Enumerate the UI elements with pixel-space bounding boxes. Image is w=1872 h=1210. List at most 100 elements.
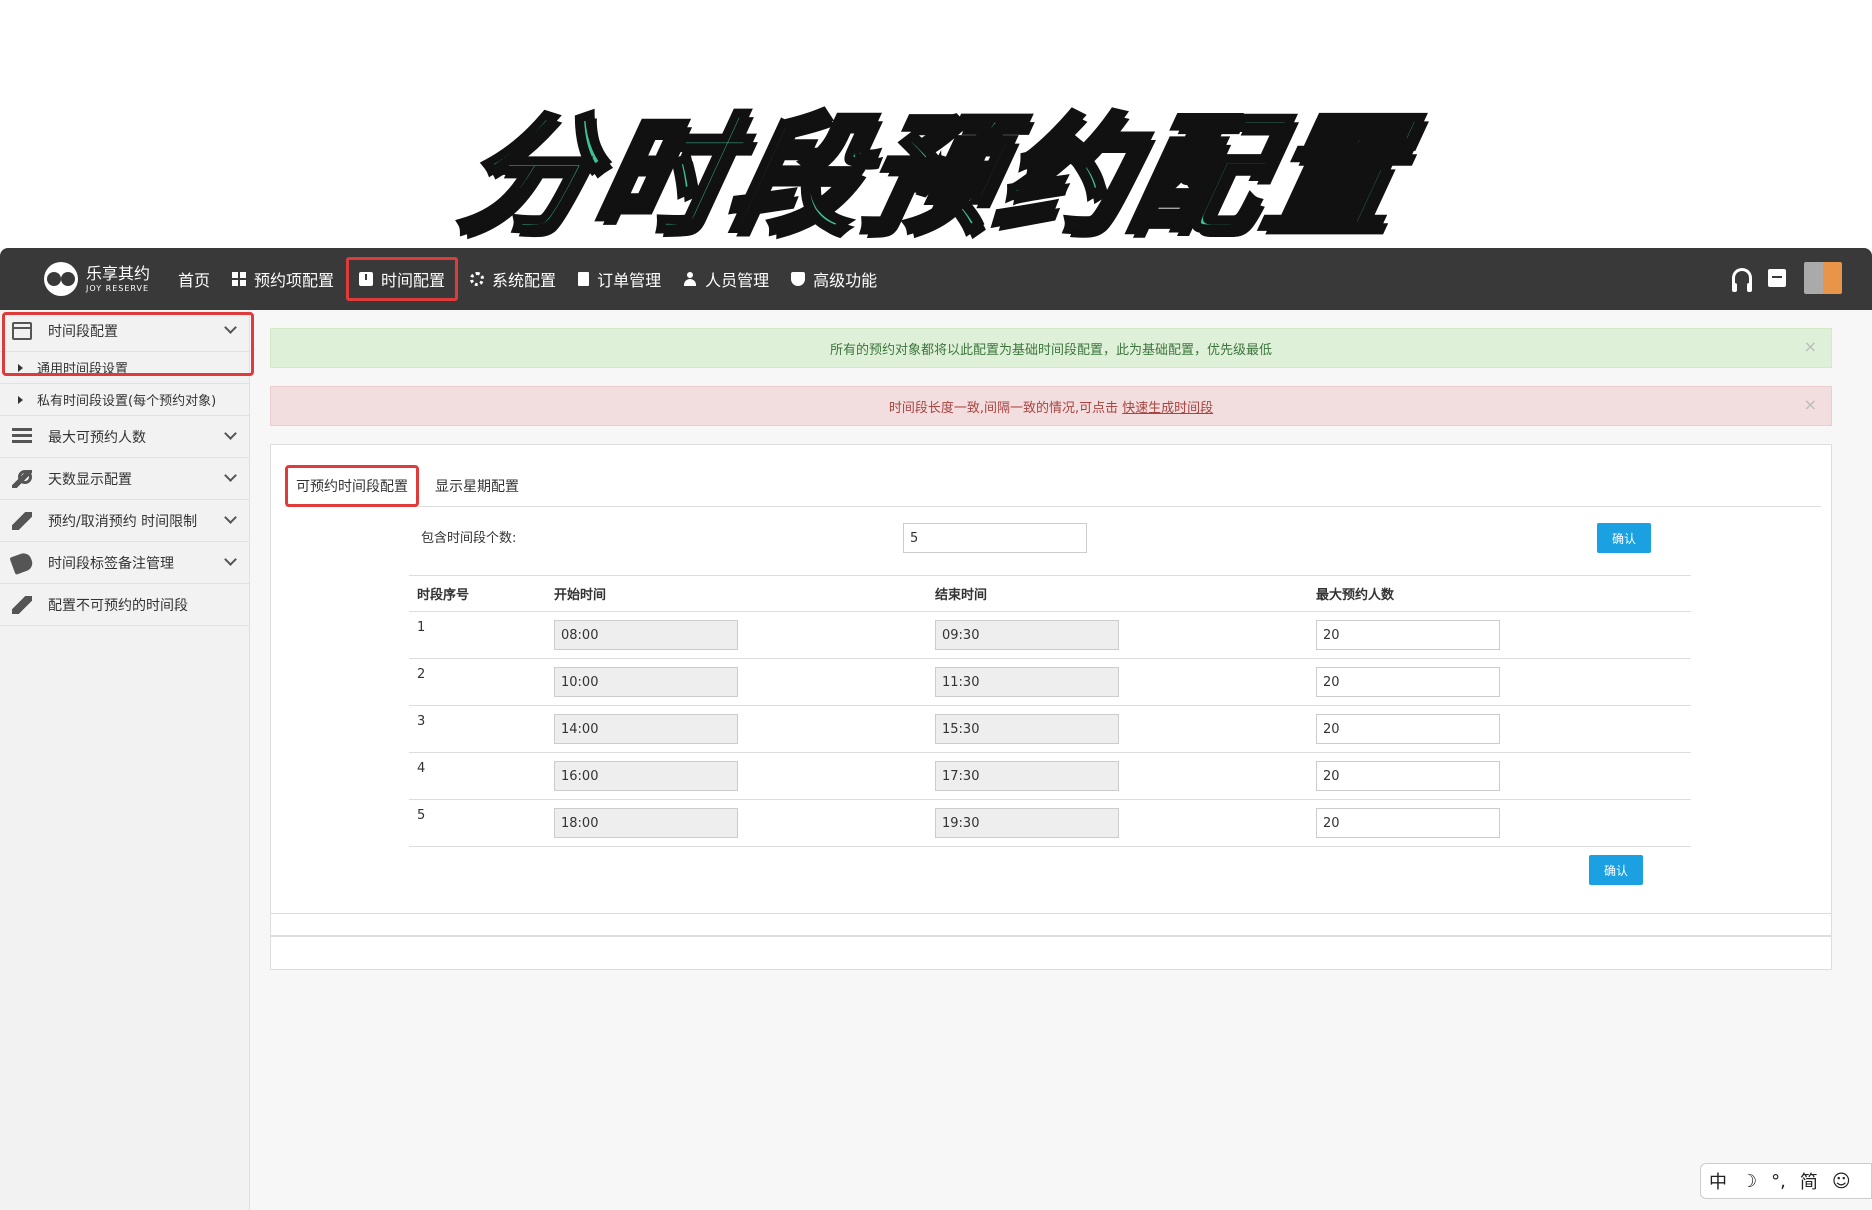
table-row: 3	[409, 705, 1691, 753]
nav-staff[interactable]: 人员管理	[673, 257, 779, 301]
caret-right-icon	[18, 363, 23, 372]
chevron-down-icon	[224, 469, 237, 482]
logo[interactable]: 乐享其约 JOY RESERVE	[44, 262, 150, 296]
top-right-tools	[1732, 262, 1842, 294]
table-row: 5	[409, 799, 1691, 847]
sidebar-item-booking-time-limit[interactable]: 预约/取消预约 时间限制	[0, 500, 249, 542]
page: 分时段预约配置 乐享其约 JOY RESERVE 首页 预约项配置 时间配置 系…	[0, 0, 1872, 1210]
caret-right-icon	[18, 395, 23, 404]
punctuation-icon[interactable]: °,	[1771, 1171, 1786, 1192]
panel-bottom	[270, 936, 1832, 970]
chevron-down-icon	[224, 321, 237, 334]
gear-icon	[470, 272, 485, 286]
end-time-input[interactable]	[935, 620, 1119, 650]
headset-icon[interactable]	[1732, 268, 1752, 292]
slot-count-label: 包含时间段个数:	[421, 531, 517, 546]
max-bookings-input[interactable]	[1316, 761, 1500, 791]
slot-index: 3	[409, 705, 546, 753]
table-row: 1	[409, 611, 1691, 659]
sidebar-item-general-time-slots[interactable]: 通用时间段设置	[0, 352, 249, 384]
archive-icon[interactable]	[1768, 269, 1786, 287]
start-time-input[interactable]	[554, 667, 738, 697]
header-index: 时段序号	[409, 575, 546, 612]
confirm-slots-button[interactable]: 确认	[1589, 855, 1643, 885]
tab-weekday-display[interactable]: 显示星期配置	[427, 466, 527, 506]
end-time-input[interactable]	[935, 667, 1119, 697]
header-end-time: 结束时间	[927, 575, 1308, 612]
top-navbar: 乐享其约 JOY RESERVE 首页 预约项配置 时间配置 系统配置 订单管理…	[0, 248, 1872, 310]
max-bookings-input[interactable]	[1316, 667, 1500, 697]
sidebar-item-private-time-slots[interactable]: 私有时间段设置(每个预约对象)	[0, 384, 249, 416]
logo-name: 乐享其约	[86, 263, 151, 283]
sidebar-item-days-display[interactable]: 天数显示配置	[0, 458, 249, 500]
start-time-input[interactable]	[554, 620, 738, 650]
start-time-input[interactable]	[554, 808, 738, 838]
max-bookings-input[interactable]	[1316, 808, 1500, 838]
nav-home[interactable]: 首页	[168, 257, 220, 301]
slot-index: 4	[409, 752, 546, 800]
ime-toolbar: 中 ☽ °, 简 ☺	[1700, 1163, 1872, 1199]
sidebar: 时间段配置 通用时间段设置 私有时间段设置(每个预约对象) 最大可预约人数 天数…	[0, 310, 254, 1210]
confirm-count-button[interactable]: 确认	[1597, 523, 1651, 553]
emoji-icon[interactable]: ☺	[1832, 1171, 1851, 1192]
nav-advanced[interactable]: 高级功能	[781, 257, 887, 301]
wrench-icon	[12, 469, 32, 488]
main-content: 所有的预约对象都将以此配置为基础时间段配置，此为基础配置，优先级最低 × 时间段…	[270, 328, 1832, 970]
tab-bar: 可预约时间段配置 显示星期配置	[285, 459, 1821, 507]
tab-bookable-slots[interactable]: 可预约时间段配置	[285, 465, 419, 507]
user-icon	[683, 272, 697, 286]
slot-index: 2	[409, 658, 546, 706]
main-nav: 首页 预约项配置 时间配置 系统配置 订单管理 人员管理 高级功能	[168, 248, 889, 310]
chevron-down-icon	[224, 511, 237, 524]
pencil-icon	[12, 511, 32, 530]
shield-icon	[791, 272, 806, 286]
list-icon	[12, 427, 32, 446]
tags-icon	[9, 550, 35, 575]
max-bookings-input[interactable]	[1316, 620, 1500, 650]
moon-icon[interactable]: ☽	[1741, 1171, 1757, 1192]
chevron-down-icon	[224, 553, 237, 566]
banner: 分时段预约配置	[0, 0, 1872, 254]
close-icon[interactable]: ×	[1804, 337, 1817, 356]
sidebar-group-time-slots: 时间段配置 通用时间段设置	[0, 310, 254, 384]
quick-generate-link[interactable]: 快速生成时间段	[1122, 397, 1213, 416]
end-time-input[interactable]	[935, 761, 1119, 791]
slot-count-row: 包含时间段个数: 确认	[421, 521, 1651, 555]
logo-tagline: JOY RESERVE	[86, 283, 150, 293]
slot-index: 5	[409, 799, 546, 847]
info-alert: 所有的预约对象都将以此配置为基础时间段配置，此为基础配置，优先级最低 ×	[270, 328, 1832, 368]
chevron-down-icon	[224, 427, 237, 440]
ime-chinese-mode[interactable]: 中	[1709, 1168, 1727, 1194]
sidebar-item-max-bookings[interactable]: 最大可预约人数	[0, 416, 249, 458]
table-row: 2	[409, 658, 1691, 706]
pencil-icon	[12, 595, 32, 614]
header-max-bookings: 最大预约人数	[1308, 575, 1691, 612]
config-panel: 可预约时间段配置 显示星期配置 包含时间段个数: 确认 时段序号 开始时间 结束…	[270, 444, 1832, 914]
close-icon[interactable]: ×	[1804, 395, 1817, 414]
sidebar-item-time-slot-config[interactable]: 时间段配置	[0, 310, 249, 352]
avatar[interactable]	[1804, 262, 1842, 294]
warning-alert: 时间段长度一致,间隔一致的情况,可点击 快速生成时间段 ×	[270, 386, 1832, 426]
end-time-input[interactable]	[935, 714, 1119, 744]
sidebar-item-slot-tags[interactable]: 时间段标签备注管理	[0, 542, 249, 584]
grid-icon	[232, 272, 247, 286]
start-time-input[interactable]	[554, 761, 738, 791]
end-time-input[interactable]	[935, 808, 1119, 838]
warning-alert-text: 时间段长度一致,间隔一致的情况,可点击	[888, 400, 1119, 416]
ime-simplified-mode[interactable]: 简	[1800, 1168, 1818, 1194]
clock-icon	[359, 272, 374, 286]
nav-booking-items[interactable]: 预约项配置	[222, 257, 344, 301]
time-slots-table: 时段序号 开始时间 结束时间 最大预约人数 1 08:00 09:30 20 2…	[409, 575, 1691, 847]
slot-index: 1	[409, 611, 546, 659]
nav-system-config[interactable]: 系统配置	[460, 257, 566, 301]
max-bookings-input[interactable]	[1316, 714, 1500, 744]
sidebar-item-unavailable-slots[interactable]: 配置不可预约的时间段	[0, 584, 249, 626]
info-alert-text: 所有的预约对象都将以此配置为基础时间段配置，此为基础配置，优先级最低	[829, 342, 1272, 358]
slot-count-input[interactable]	[903, 523, 1087, 553]
nav-time-config[interactable]: 时间配置	[346, 257, 459, 301]
start-time-input[interactable]	[554, 714, 738, 744]
table-row: 4	[409, 752, 1691, 800]
nav-orders[interactable]: 订单管理	[568, 257, 671, 301]
header-start-time: 开始时间	[546, 575, 927, 612]
app-window: 乐享其约 JOY RESERVE 首页 预约项配置 时间配置 系统配置 订单管理…	[0, 248, 1872, 1210]
